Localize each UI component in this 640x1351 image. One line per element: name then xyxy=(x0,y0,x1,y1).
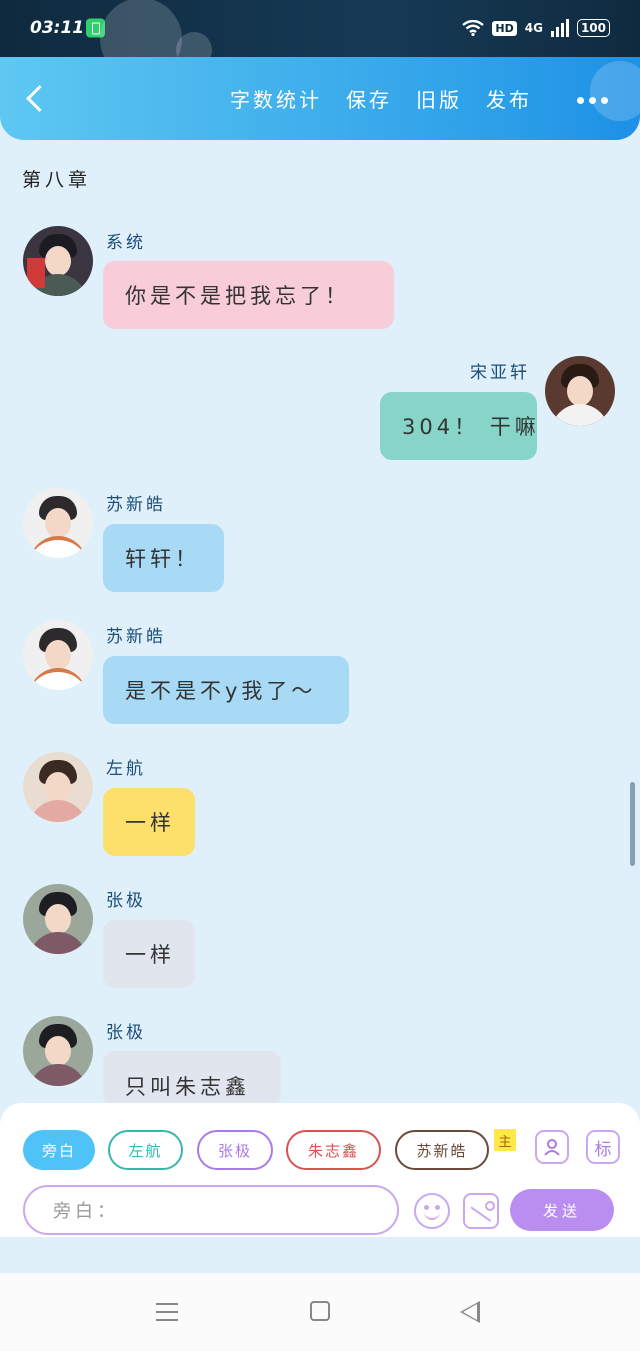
decor-bubble xyxy=(590,61,640,121)
send-button[interactable]: 发送 xyxy=(510,1189,614,1231)
status-bar: 03:11 HD 4G 100 xyxy=(0,0,640,80)
chapter-title: 第八章 xyxy=(22,169,92,191)
avatar[interactable] xyxy=(23,226,93,296)
avatar[interactable] xyxy=(23,488,93,558)
sender-name: 苏新皓 xyxy=(106,495,166,515)
emoji-icon[interactable] xyxy=(414,1193,450,1229)
main-role-tag: 主 xyxy=(494,1129,516,1151)
role-chip-narrator[interactable]: 旁白 xyxy=(23,1130,95,1170)
role-chip[interactable]: 左航 xyxy=(108,1130,183,1170)
status-time: 03:11 xyxy=(30,18,85,38)
publish-button[interactable]: 发布 xyxy=(486,84,532,113)
avatar[interactable] xyxy=(23,620,93,690)
battery-icon: 100 xyxy=(576,19,610,37)
mark-button[interactable]: 标 xyxy=(586,1130,620,1164)
message-bubble[interactable]: 轩轩！ xyxy=(103,524,224,592)
sender-name: 宋亚轩 xyxy=(470,363,530,383)
sender-name: 系统 xyxy=(106,233,146,253)
sender-name: 左航 xyxy=(106,759,146,779)
hd-badge: HD xyxy=(492,20,517,36)
menu-icon[interactable] xyxy=(156,1303,178,1321)
signal-icon xyxy=(550,19,569,37)
person-icon xyxy=(544,1139,560,1156)
back-icon[interactable] xyxy=(24,87,46,109)
sender-name: 苏新皓 xyxy=(106,627,166,647)
wifi-icon xyxy=(462,20,485,36)
role-chip[interactable]: 朱志鑫 xyxy=(286,1130,381,1170)
message-bubble[interactable]: 一样 xyxy=(103,920,195,988)
word-count-button[interactable]: 字数统计 xyxy=(230,84,322,113)
image-icon[interactable] xyxy=(463,1193,499,1229)
toolbar-actions: 字数统计 保存 旧版 发布 xyxy=(230,57,532,140)
avatar[interactable] xyxy=(23,1016,93,1086)
message-bubble[interactable]: 你是不是把我忘了！ xyxy=(103,261,394,329)
old-version-button[interactable]: 旧版 xyxy=(416,84,462,113)
add-role-icon[interactable] xyxy=(535,1130,569,1164)
avatar[interactable] xyxy=(545,356,615,426)
role-chip[interactable]: 苏新皓 xyxy=(395,1130,489,1170)
scrollbar[interactable] xyxy=(630,782,635,866)
sender-name: 张极 xyxy=(106,891,146,911)
home-icon[interactable] xyxy=(310,1301,330,1321)
nav-back-icon[interactable] xyxy=(460,1301,480,1323)
message-bubble[interactable]: 是不是不y我了～ xyxy=(103,656,349,724)
avatar[interactable] xyxy=(23,884,93,954)
message-bubble[interactable]: 304！ 干嘛 xyxy=(380,392,537,460)
sender-name: 张极 xyxy=(106,1023,146,1043)
message-bubble[interactable]: 只叫朱志鑫 xyxy=(103,1051,281,1107)
save-button[interactable]: 保存 xyxy=(346,84,392,113)
message-bubble[interactable]: 一样 xyxy=(103,788,195,856)
editor-toolbar: 字数统计 保存 旧版 发布 xyxy=(0,57,640,140)
message-input[interactable]: 旁白： xyxy=(23,1185,399,1235)
more-icon[interactable] xyxy=(577,97,608,104)
network-label: 4G xyxy=(524,21,543,35)
role-chip[interactable]: 张极 xyxy=(197,1130,273,1170)
status-right: HD 4G 100 xyxy=(462,19,610,37)
avatar[interactable] xyxy=(23,752,93,822)
system-nav-bar xyxy=(0,1273,640,1351)
